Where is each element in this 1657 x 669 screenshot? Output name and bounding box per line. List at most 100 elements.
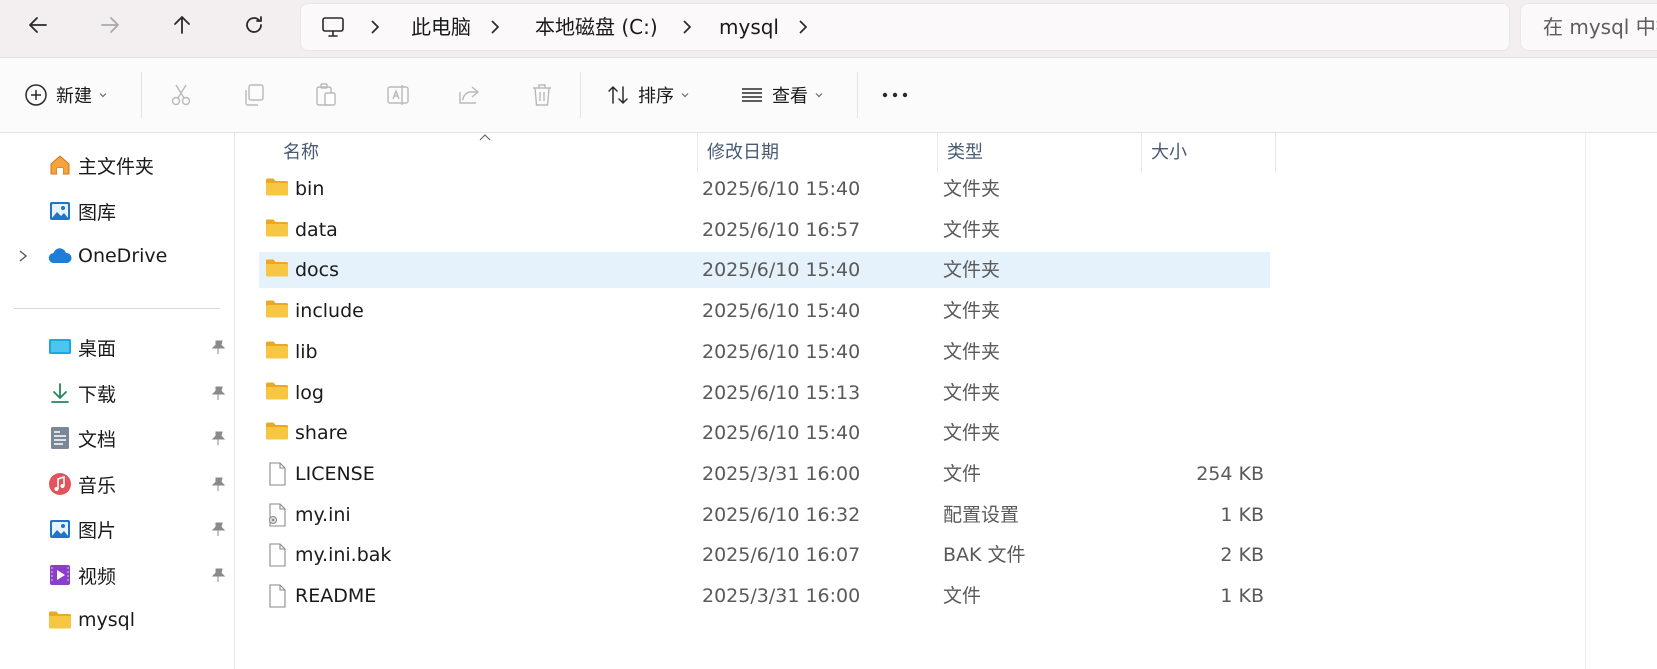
sidebar-item-gallery[interactable]: 图库 — [0, 191, 234, 231]
chevron-right-icon[interactable] — [17, 249, 29, 263]
table-row[interactable]: my.ini.bak 2025/6/10 16:07 BAK 文件 2 KB — [259, 537, 1270, 573]
share-icon[interactable] — [457, 82, 483, 108]
config-file-icon — [269, 503, 286, 527]
up-button[interactable] — [162, 8, 202, 42]
sidebar-item-documents[interactable]: 文档 — [0, 418, 234, 458]
table-row[interactable]: data 2025/6/10 16:57 文件夹 — [259, 212, 1270, 248]
cut-icon[interactable] — [168, 82, 194, 108]
table-row[interactable]: include 2025/6/10 15:40 文件夹 — [259, 293, 1270, 329]
file-name: LICENSE — [295, 462, 375, 485]
sort-button[interactable]: 排序 — [606, 58, 690, 132]
table-row[interactable]: log 2025/6/10 15:13 文件夹 — [259, 375, 1270, 411]
videos-icon — [48, 563, 72, 587]
sidebar-item-label: 下载 — [78, 383, 117, 406]
table-row[interactable]: LICENSE 2025/3/31 16:00 文件 254 KB — [259, 456, 1270, 492]
sidebar-item-onedrive[interactable]: OneDrive — [0, 236, 234, 276]
breadcrumb-item-this-pc[interactable]: 此电脑 — [411, 4, 471, 50]
column-divider[interactable] — [937, 133, 938, 173]
chevron-right-icon — [371, 20, 380, 34]
more-options-button[interactable] — [880, 58, 910, 132]
new-label: 新建 — [56, 86, 92, 107]
sidebar-item-label: 视频 — [78, 565, 117, 588]
file-icon — [269, 543, 286, 567]
this-pc-icon — [322, 17, 344, 37]
file-name: README — [295, 585, 377, 607]
home-icon — [48, 153, 72, 177]
folder-icon — [48, 608, 72, 632]
rename-icon[interactable] — [385, 82, 411, 108]
pictures-icon — [48, 517, 72, 541]
back-button[interactable] — [18, 8, 58, 42]
file-list: 名称 修改日期 类型 大小 bin 2025/6/10 15:40 文件夹 data 2… — [235, 133, 1657, 669]
breadcrumb[interactable]: 此电脑 本地磁盘 (C:) mysql — [300, 3, 1510, 51]
sidebar-item-label: mysql — [78, 609, 135, 631]
file-type: BAK 文件 — [943, 544, 1026, 567]
view-list-icon — [742, 88, 762, 102]
delete-icon[interactable] — [529, 82, 555, 108]
sort-icon — [608, 86, 628, 104]
column-header-type[interactable]: 类型 — [947, 133, 983, 173]
file-type: 文件夹 — [943, 300, 1001, 323]
paste-icon[interactable] — [313, 82, 339, 108]
table-row[interactable]: README 2025/3/31 16:00 文件 1 KB — [259, 578, 1270, 614]
pin-icon[interactable] — [210, 567, 226, 583]
search-input[interactable]: 在 mysql 中搜索 — [1520, 3, 1657, 51]
more-horizontal-icon — [882, 92, 908, 98]
forward-button[interactable] — [90, 8, 130, 42]
chevron-right-icon[interactable] — [795, 18, 811, 36]
file-type: 配置设置 — [943, 503, 1020, 526]
sidebar-item-pictures[interactable]: 图片 — [0, 509, 234, 549]
file-size: 1 KB — [1220, 585, 1264, 607]
copy-icon[interactable] — [241, 82, 267, 108]
sidebar-item-videos[interactable]: 视频 — [0, 555, 234, 595]
table-row[interactable]: share 2025/6/10 15:40 文件夹 — [259, 415, 1270, 451]
file-type: 文件夹 — [943, 218, 1001, 241]
pin-icon[interactable] — [210, 430, 226, 446]
table-row[interactable]: my.ini 2025/6/10 16:32 配置设置 1 KB — [259, 497, 1270, 533]
file-icon — [269, 584, 286, 608]
column-divider[interactable] — [697, 133, 698, 173]
sidebar-item-mysql[interactable]: mysql — [0, 600, 234, 640]
sidebar-item-desktop[interactable]: 桌面 — [0, 327, 234, 367]
breadcrumb-item-c-drive[interactable]: 本地磁盘 (C:) — [535, 4, 658, 50]
pin-icon[interactable] — [210, 385, 226, 401]
column-header-name[interactable]: 名称 — [283, 133, 319, 173]
music-icon — [48, 472, 72, 496]
chevron-down-icon — [815, 93, 823, 98]
sidebar-item-label: 音乐 — [78, 474, 117, 497]
desktop-icon — [48, 335, 72, 359]
navigation-pane: 主文件夹 图库 OneDrive 桌面 下载 文档 音乐 图片 视频 mysql — [0, 133, 235, 669]
file-name: share — [295, 422, 348, 445]
file-modified-date: 2025/6/10 16:32 — [702, 503, 861, 526]
table-row[interactable]: lib 2025/6/10 15:40 文件夹 — [259, 334, 1270, 370]
column-header-size[interactable]: 大小 — [1151, 133, 1187, 173]
sidebar-item-home[interactable]: 主文件夹 — [0, 145, 234, 185]
command-bar: 新建 排序 查看 — [0, 58, 1657, 133]
sidebar-item-music[interactable]: 音乐 — [0, 464, 234, 504]
sidebar-divider — [14, 308, 220, 309]
pin-icon[interactable] — [210, 339, 226, 355]
file-name: include — [295, 300, 364, 323]
breadcrumb-item-mysql[interactable]: mysql — [719, 4, 779, 50]
sidebar-item-downloads[interactable]: 下载 — [0, 373, 234, 413]
file-size: 2 KB — [1220, 544, 1264, 567]
table-row[interactable]: docs 2025/6/10 15:40 文件夹 — [259, 252, 1270, 289]
address-row: 此电脑 本地磁盘 (C:) mysql 在 mysql 中搜索 — [0, 0, 1657, 58]
gallery-icon — [48, 199, 72, 223]
refresh-icon — [246, 16, 262, 33]
view-button[interactable]: 查看 — [740, 58, 824, 132]
file-type: 文件 — [943, 585, 982, 607]
pin-icon[interactable] — [210, 476, 226, 492]
refresh-button[interactable] — [234, 8, 274, 42]
file-name: log — [295, 381, 324, 404]
folder-icon — [266, 259, 288, 277]
file-size: 1 KB — [1220, 503, 1264, 526]
column-header-date[interactable]: 修改日期 — [707, 133, 779, 173]
file-type: 文件夹 — [943, 381, 1001, 404]
new-button[interactable]: 新建 — [24, 58, 108, 132]
column-divider[interactable] — [1275, 133, 1276, 173]
table-row[interactable]: bin 2025/6/10 15:40 文件夹 — [259, 171, 1270, 207]
pin-icon[interactable] — [210, 521, 226, 537]
column-divider[interactable] — [1141, 133, 1142, 173]
file-modified-date: 2025/6/10 15:40 — [702, 340, 861, 363]
